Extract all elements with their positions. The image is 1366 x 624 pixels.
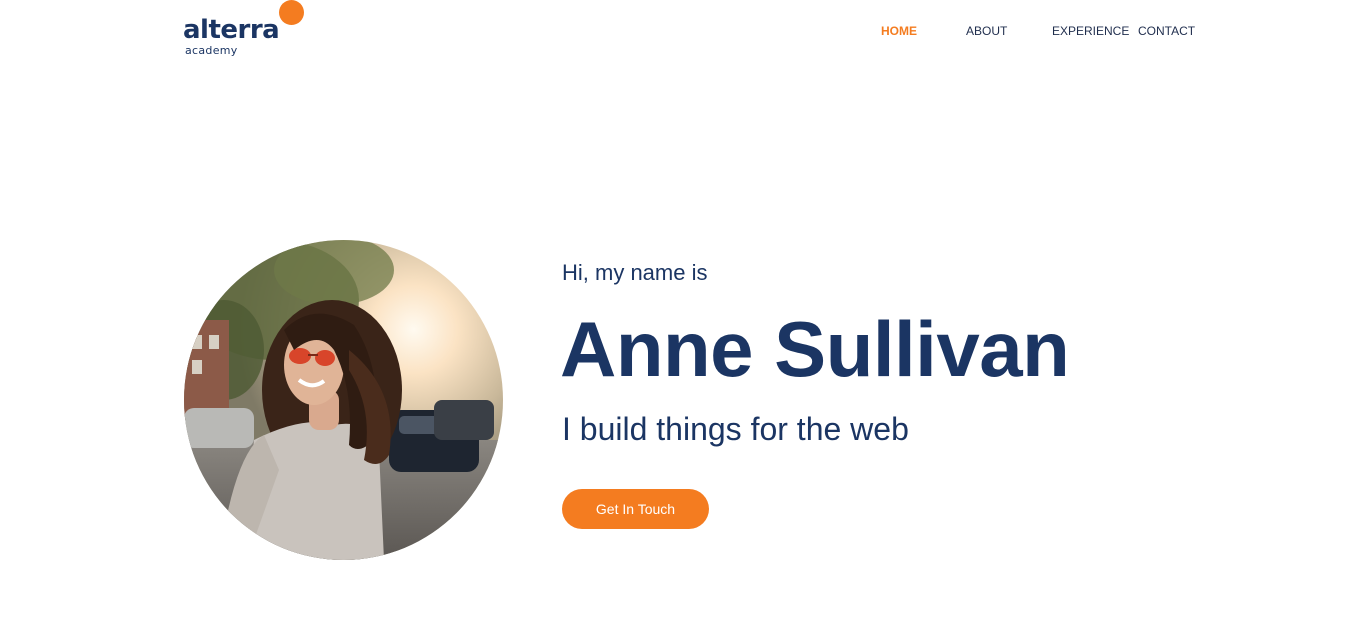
nav-about[interactable]: ABOUT	[966, 23, 1007, 39]
logo-dot-icon	[279, 0, 304, 25]
profile-photo	[184, 240, 503, 560]
hero-name: Anne Sullivan	[560, 305, 1070, 393]
hero-tagline: I build things for the web	[562, 411, 909, 447]
nav-contact[interactable]: CONTACT	[1138, 23, 1195, 39]
get-in-touch-button[interactable]: Get In Touch	[562, 489, 709, 529]
logo-subtitle: academy	[185, 44, 238, 57]
hero-greeting: Hi, my name is	[562, 260, 708, 285]
page: alterra academy HOME ABOUT EXPERIENCE CO…	[0, 0, 1366, 624]
nav-experience[interactable]: EXPERIENCE	[1052, 23, 1129, 39]
brand-logo[interactable]: alterra academy	[183, 0, 308, 62]
logo-wordmark: alterra	[183, 15, 280, 45]
nav-home[interactable]: HOME	[881, 23, 917, 39]
